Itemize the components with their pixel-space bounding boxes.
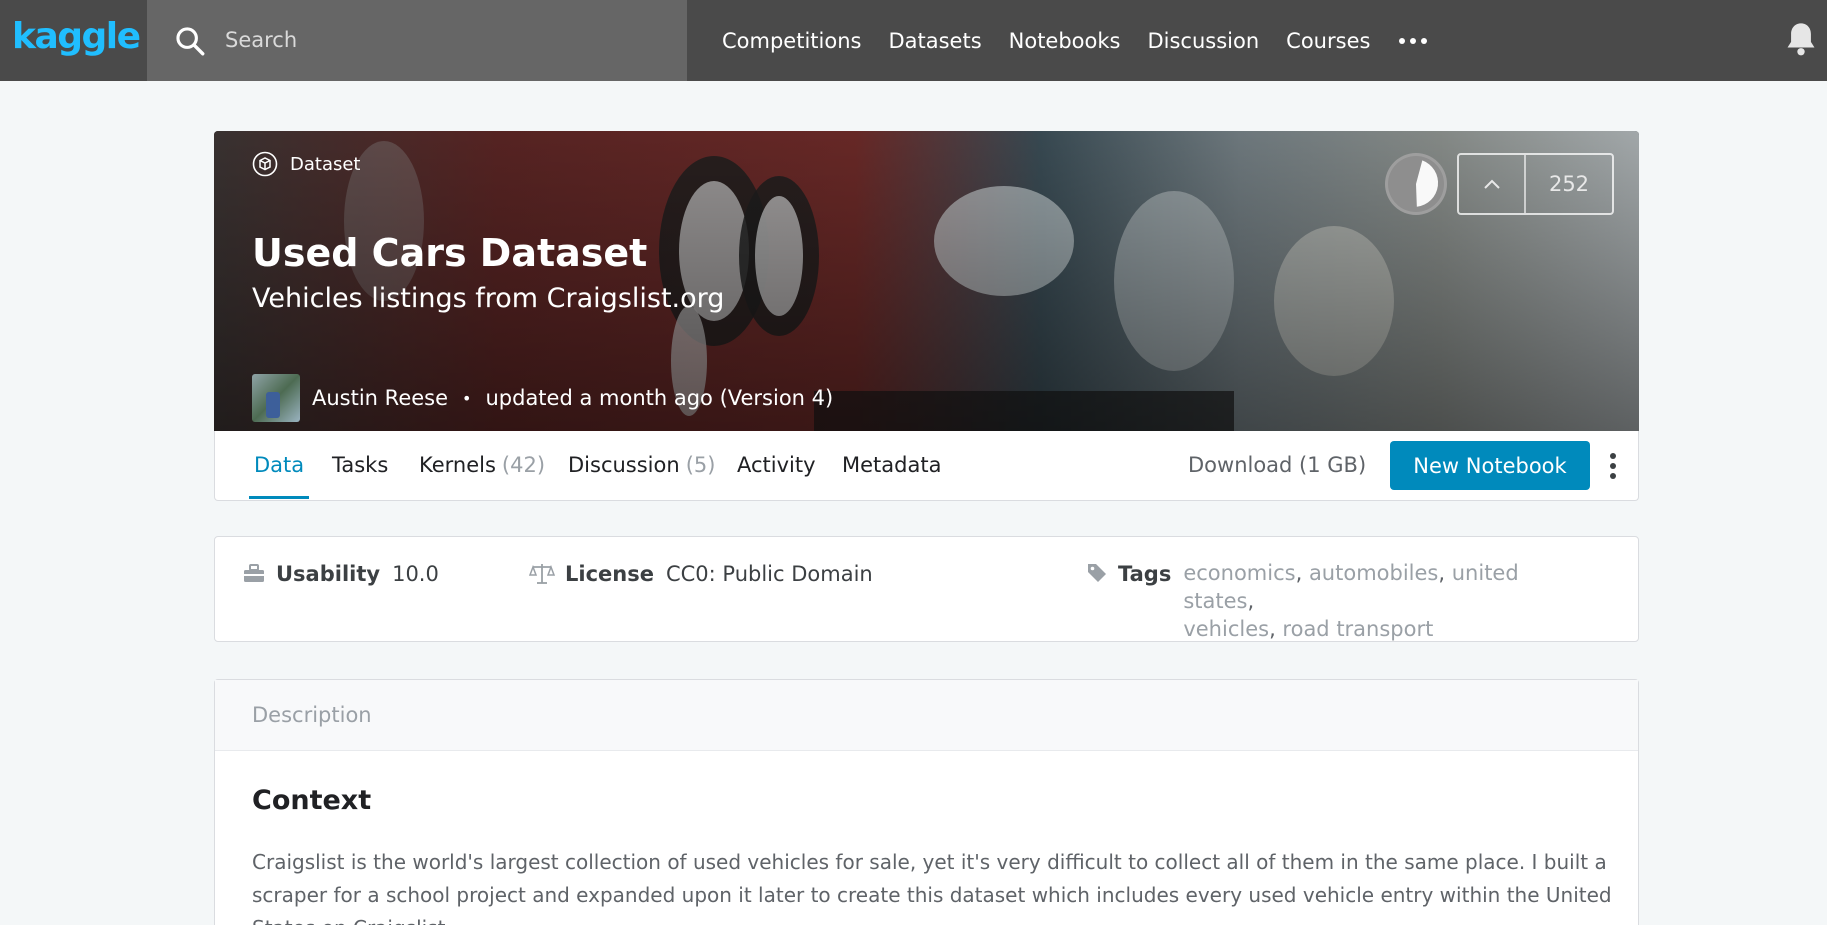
tab-activity[interactable]: Activity — [737, 431, 816, 499]
license-item: License CC0: Public Domain — [529, 562, 873, 586]
dataset-meta-card: Usability 10.0 License CC0: Public Domai… — [214, 536, 1639, 642]
author-byline: Austin Reese • updated a month ago (Vers… — [252, 374, 833, 422]
nav-courses[interactable]: Courses — [1286, 29, 1370, 53]
tag-economics[interactable]: economics — [1183, 561, 1295, 585]
scale-icon — [529, 564, 555, 584]
new-notebook-button[interactable]: New Notebook — [1390, 441, 1590, 490]
tags-label: Tags — [1118, 562, 1172, 586]
dataset-tabs: Data Tasks Kernels (42) Discussion (5) A… — [214, 431, 1639, 501]
main-nav: Competitions Datasets Notebooks Discussi… — [722, 0, 1428, 81]
context-paragraph: Craigslist is the world's largest collec… — [252, 850, 1612, 925]
dataset-header: Dataset Used Cars Dataset Vehicles listi… — [214, 131, 1639, 431]
description-body: Context Craigslist is the world's larges… — [215, 751, 1638, 925]
description-header: Description — [215, 680, 1638, 751]
chevron-up-icon — [1483, 179, 1500, 189]
tag-vehicles[interactable]: vehicles — [1183, 617, 1269, 641]
more-vertical-icon[interactable] — [1608, 453, 1618, 479]
license-label: License — [565, 562, 654, 586]
tab-data[interactable]: Data — [248, 431, 310, 499]
tab-metadata-label: Metadata — [842, 453, 942, 477]
download-link[interactable]: Download (1 GB) — [1188, 431, 1366, 499]
dataset-type-label: Dataset — [252, 151, 361, 177]
tab-metadata[interactable]: Metadata — [842, 431, 941, 499]
nav-notebooks[interactable]: Notebooks — [1009, 29, 1121, 53]
tab-data-label: Data — [254, 453, 305, 477]
dataset-cube-icon — [252, 151, 278, 177]
nav-competitions[interactable]: Competitions — [722, 29, 861, 53]
search-input[interactable] — [225, 22, 665, 58]
tab-kernels-label: Kernels — [419, 453, 496, 477]
tab-tasks-label: Tasks — [332, 453, 389, 477]
tags-item: Tags economics, automobiles, united stat… — [1086, 561, 1583, 643]
tab-discussion-count: (5) — [685, 453, 716, 477]
tab-kernels-count: (42) — [501, 453, 546, 477]
tag-road-transport[interactable]: road transport — [1282, 617, 1433, 641]
tab-kernels[interactable]: Kernels (42) — [419, 431, 545, 499]
tab-tasks[interactable]: Tasks — [332, 431, 388, 499]
nav-discussion[interactable]: Discussion — [1147, 29, 1259, 53]
usability-label: Usability — [276, 562, 381, 586]
upvote-button[interactable] — [1459, 155, 1526, 213]
description-card: Description Context Craigslist is the wo… — [214, 679, 1639, 925]
tag-icon — [1088, 564, 1106, 582]
kaggle-logo[interactable]: kaggle — [12, 13, 141, 61]
upvote-count: 252 — [1548, 172, 1590, 196]
notification-bell-icon[interactable] — [1784, 20, 1818, 58]
dataset-type-text: Dataset — [290, 153, 361, 175]
search-bar[interactable] — [147, 0, 687, 81]
context-heading: Context — [252, 785, 372, 816]
license-value[interactable]: CC0: Public Domain — [666, 562, 873, 586]
usability-item: Usability 10.0 — [242, 562, 439, 586]
upvote-widget: 252 — [1457, 153, 1614, 215]
usability-value: 10.0 — [392, 562, 439, 586]
tab-discussion[interactable]: Discussion (5) — [568, 431, 715, 499]
search-icon[interactable] — [173, 24, 207, 58]
dataset-subtitle: Vehicles listings from Craigslist.org — [252, 283, 725, 314]
nav-datasets[interactable]: Datasets — [888, 29, 981, 53]
tag-automobiles[interactable]: automobiles — [1309, 561, 1438, 585]
toolbox-icon — [244, 564, 264, 582]
medal-pie-icon[interactable] — [1385, 153, 1447, 215]
author-name[interactable]: Austin Reese — [312, 386, 448, 410]
bullet-separator: • — [462, 388, 472, 408]
top-navbar: kaggle Competitions Datasets Notebooks D… — [0, 0, 1827, 81]
tags-list: economics, automobiles, united states, ve… — [1183, 561, 1519, 641]
tab-discussion-label: Discussion — [568, 453, 680, 477]
updated-text: updated a month ago (Version 4) — [485, 386, 834, 410]
more-horizontal-icon[interactable] — [1399, 37, 1428, 44]
author-avatar[interactable] — [252, 374, 300, 422]
dataset-title: Used Cars Dataset — [252, 231, 648, 275]
tab-activity-label: Activity — [737, 453, 816, 477]
